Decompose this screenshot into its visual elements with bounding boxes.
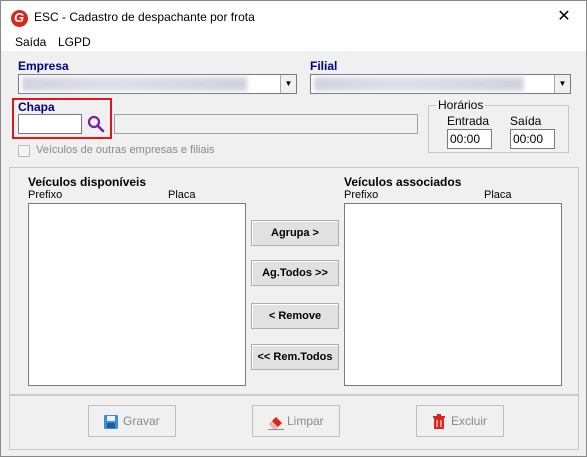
associados-list[interactable] [344, 203, 562, 386]
outras-empresas-checkbox[interactable] [18, 145, 30, 157]
main-window: ESC - Cadastro de despachante por frota … [0, 0, 587, 457]
excluir-button[interactable]: Excluir [416, 405, 504, 437]
eraser-icon [267, 414, 284, 430]
filial-value-redacted [314, 77, 524, 91]
disponiveis-list[interactable] [28, 203, 246, 386]
excluir-label: Excluir [451, 414, 488, 428]
entrada-time-input[interactable] [447, 129, 492, 149]
associados-col-placa: Placa [484, 189, 512, 201]
horarios-title: Horários [436, 98, 486, 112]
outras-empresas-label: Veículos de outras empresas e filiais [36, 144, 215, 156]
chapa-input[interactable] [18, 114, 82, 134]
filial-label: Filial [310, 59, 338, 73]
saida-label: Saída [510, 114, 542, 128]
remove-todos-button[interactable]: << Rem.Todos [251, 344, 339, 370]
chapa-label: Chapa [18, 100, 55, 114]
menu-item-lgpd[interactable]: LGPD [58, 35, 91, 49]
close-button[interactable]: ✕ [549, 5, 579, 29]
entrada-label: Entrada [447, 114, 490, 128]
agrupa-button[interactable]: Agrupa > [251, 220, 339, 246]
menu-item-saida[interactable]: Saída [15, 35, 46, 49]
saida-time-input[interactable] [510, 129, 555, 149]
chevron-down-icon[interactable]: ▼ [554, 75, 570, 93]
associados-col-prefixo: Prefixo [344, 189, 379, 201]
search-icon[interactable] [87, 115, 105, 133]
menu-bar: Saída LGPD [1, 33, 586, 51]
title-bar: ESC - Cadastro de despachante por frota … [1, 1, 586, 33]
disponiveis-col-placa: Placa [168, 189, 196, 201]
app-logo-icon [11, 10, 28, 27]
disponiveis-col-prefixo: Prefixo [28, 189, 63, 201]
empresa-select[interactable]: ▼ [18, 74, 297, 94]
empresa-value-redacted [22, 77, 247, 91]
filial-select[interactable]: ▼ [310, 74, 571, 94]
empresa-label: Empresa [18, 59, 69, 73]
limpar-label: Limpar [287, 414, 324, 428]
chapa-name-display [114, 114, 418, 134]
trash-icon [431, 414, 447, 430]
gravar-label: Gravar [123, 414, 160, 428]
remove-button[interactable]: < Remove [251, 303, 339, 329]
gravar-button[interactable]: Gravar [88, 405, 176, 437]
agrupa-todos-button[interactable]: Ag.Todos >> [251, 260, 339, 286]
window-title: ESC - Cadastro de despachante por frota [34, 10, 255, 24]
limpar-button[interactable]: Limpar [252, 405, 340, 437]
associados-title: Veículos associados [344, 175, 462, 189]
floppy-disk-icon [103, 414, 119, 430]
disponiveis-title: Veículos disponíveis [28, 175, 147, 189]
chevron-down-icon[interactable]: ▼ [280, 75, 296, 93]
